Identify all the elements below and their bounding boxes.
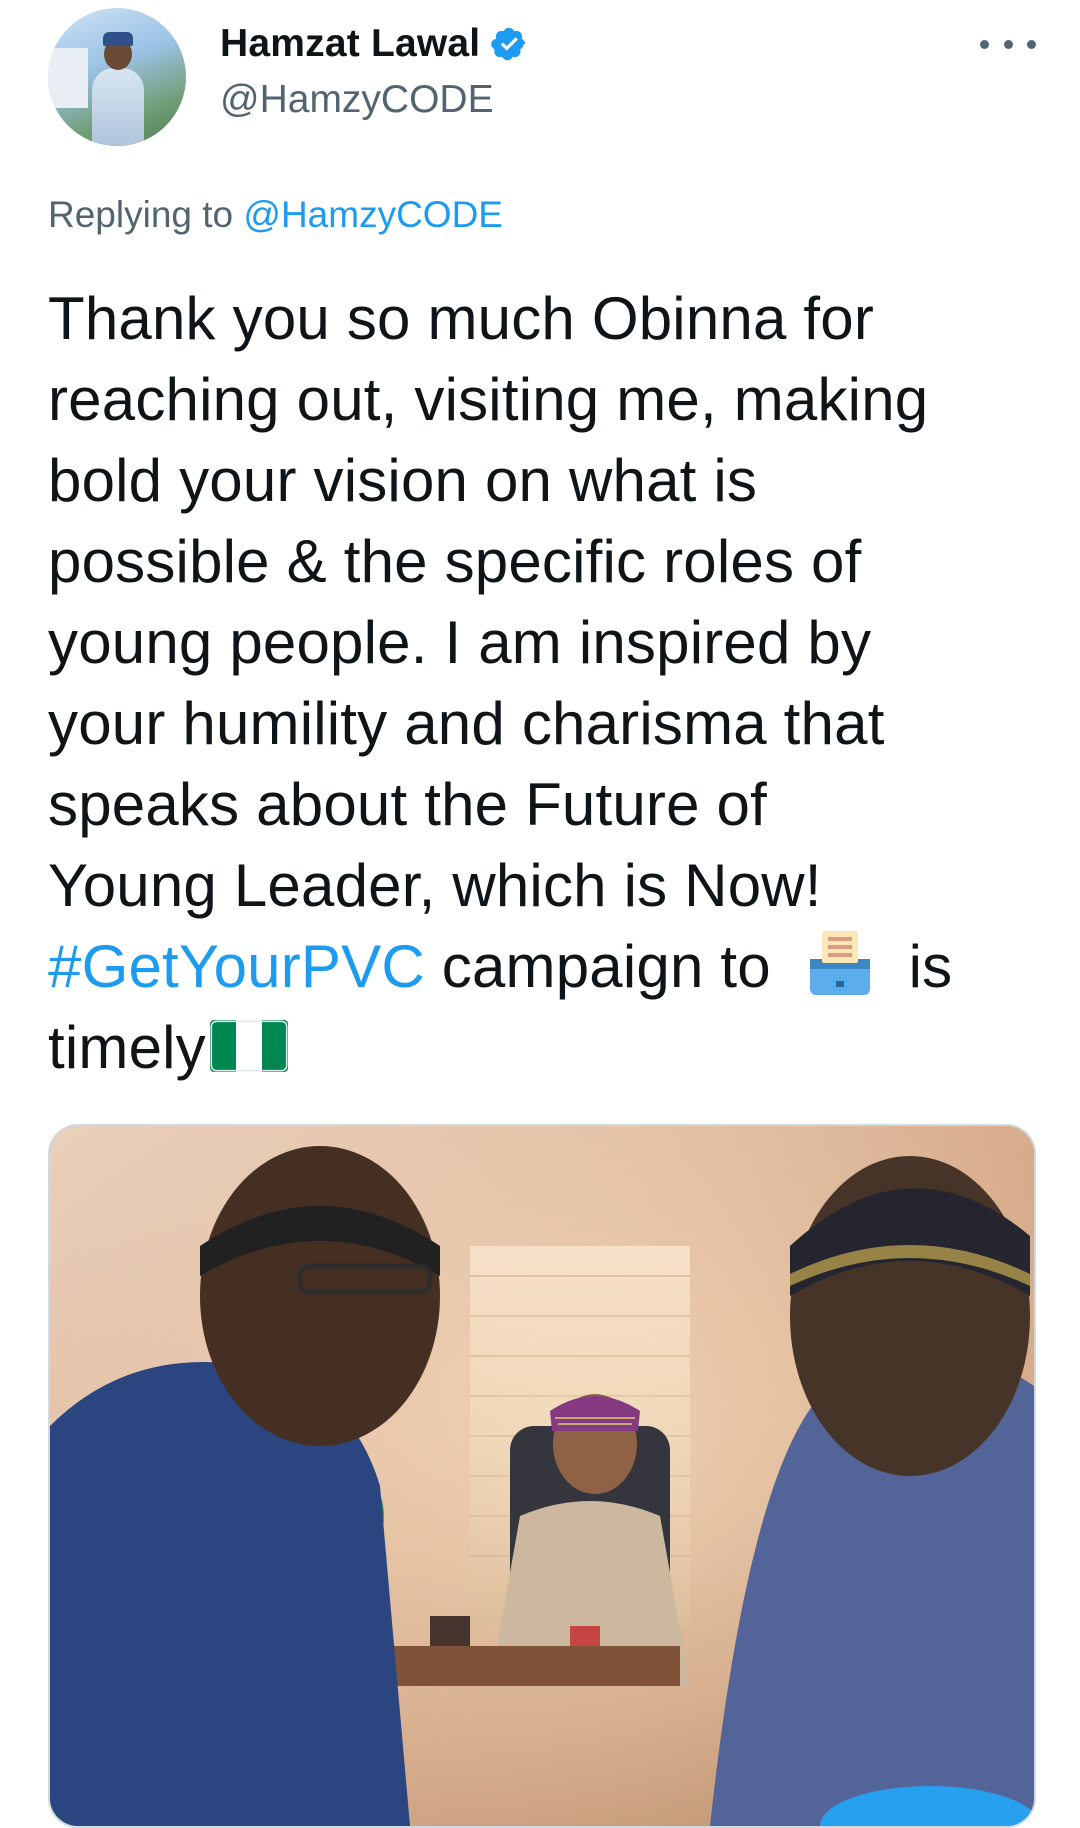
tweet-text-line: possible & the specific roles of [48,528,862,595]
tweet-text-line-last: timely [48,1007,1038,1088]
more-options-icon[interactable] [980,28,1036,60]
replying-to-prefix: Replying to [48,194,234,235]
author-name-row: Hamzat Lawal [220,20,528,68]
tweet-text-line: Thank you so much Obinna for [48,285,875,352]
tweet-text-fragment: is [908,933,953,1000]
tweet-text-line: speaks about the Future of [48,771,767,838]
tweet-text-line: your humility and charisma that [48,690,885,757]
photo-icon [50,1126,1034,1826]
tweet: Hamzat Lawal @HamzyCODE Replying to @Ham… [0,0,1080,1828]
tweet-text-line: reaching out, visiting me, making [48,366,929,433]
nigeria-flag-icon [209,1020,288,1072]
tweet-text-line: Young Leader, which is Now! [48,852,822,919]
tweet-text-line: young people. I am inspired by [48,609,872,676]
replying-to-mention-link[interactable]: @HamzyCODE [243,194,503,235]
tweet-text-fragment: campaign to [441,933,771,1000]
replying-to: Replying to @HamzyCODE [48,194,503,236]
tweet-text-line: bold your vision on what is [48,447,758,514]
verified-badge-icon [491,27,526,61]
author-display-name[interactable]: Hamzat Lawal [220,22,480,66]
tweet-text-fragment: timely [48,1014,206,1081]
author-avatar[interactable] [48,8,186,146]
tweet-text: Thank you so much Obinna for reaching ou… [48,278,1038,1088]
tweet-photo[interactable] [48,1124,1036,1828]
hashtag-link[interactable]: #GetYourPVC [48,933,425,1000]
tweet-text-line-hashtag: #GetYourPVC campaign to is [48,926,1038,1007]
author-handle[interactable]: @HamzyCODE [220,78,494,122]
ballot-box-icon [809,931,870,995]
